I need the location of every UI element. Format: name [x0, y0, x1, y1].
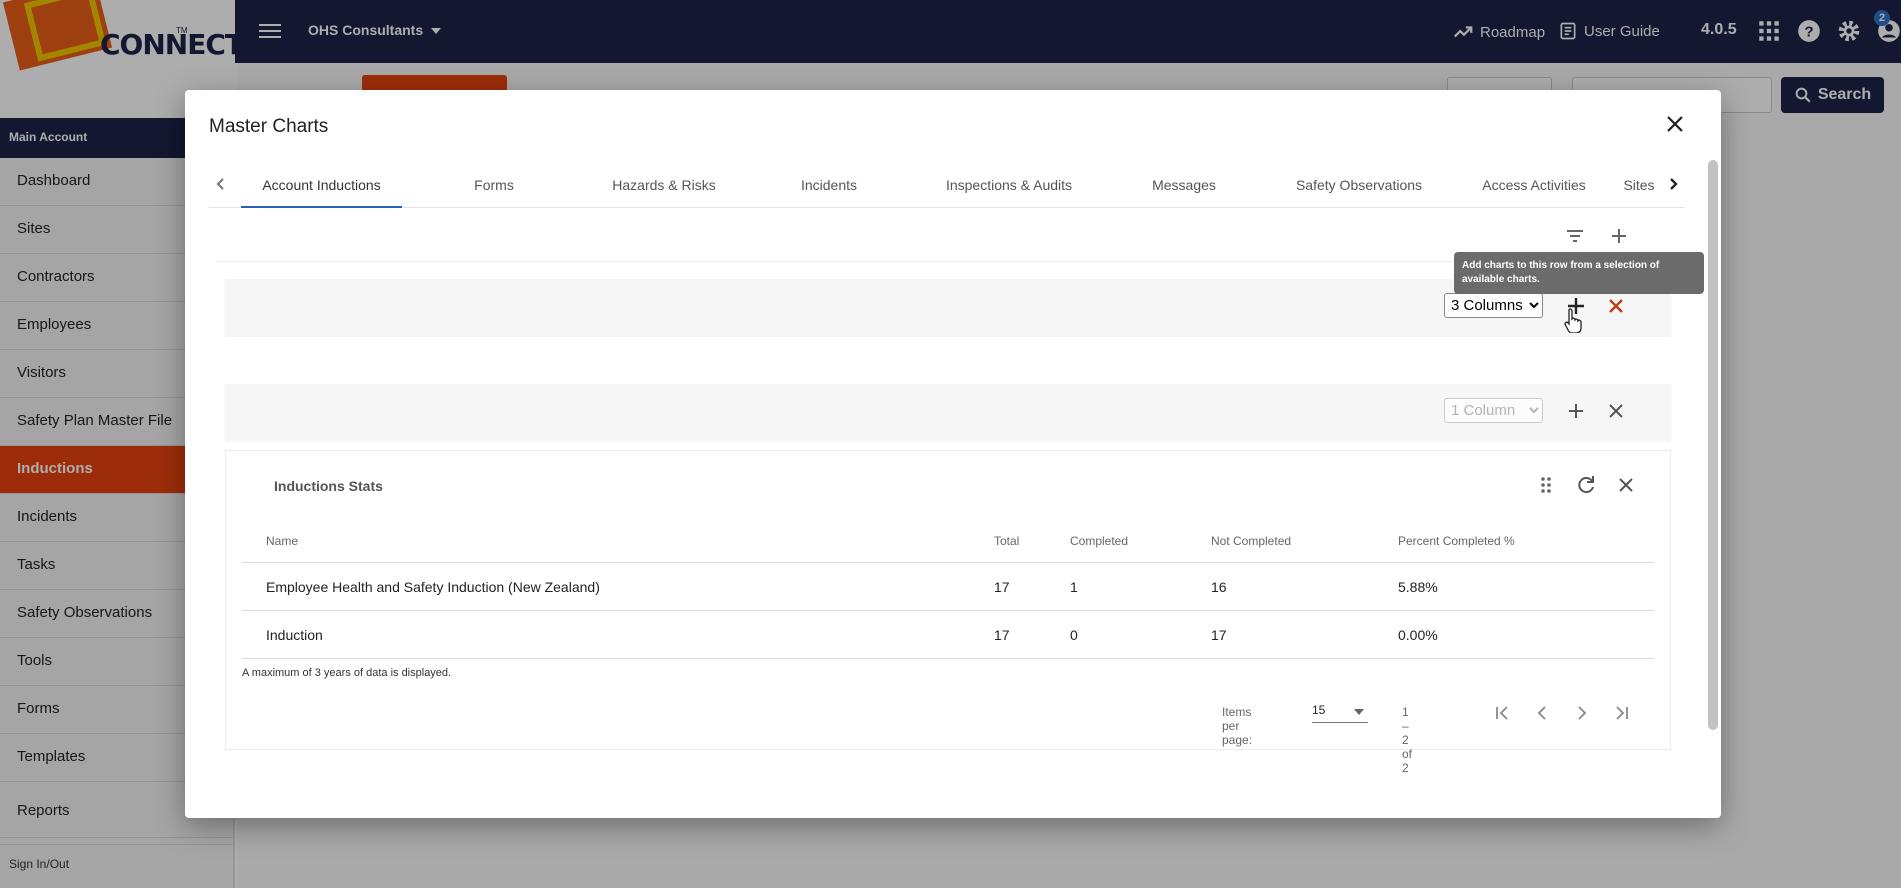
tab-access-activities[interactable]: Access Activities — [1459, 162, 1609, 208]
column-header-percent[interactable]: Percent Completed % — [1398, 519, 1515, 563]
master-charts-dialog: Master Charts Account Inductions Forms H… — [185, 90, 1721, 818]
cell-not-completed: 16 — [1211, 579, 1227, 595]
cell-percent: 5.88% — [1398, 579, 1438, 595]
cell-total: 17 — [994, 627, 1010, 643]
cell-name: Employee Health and Safety Induction (Ne… — [266, 579, 600, 595]
first-page-icon[interactable] — [1490, 701, 1514, 725]
last-page-icon[interactable] — [1610, 701, 1634, 725]
table-row[interactable]: Employee Health and Safety Induction (Ne… — [242, 563, 1654, 611]
filter-icon[interactable] — [1563, 224, 1587, 248]
cell-name: Induction — [266, 627, 323, 643]
dialog-scrollbar[interactable] — [1708, 160, 1718, 730]
drag-handle-icon[interactable] — [1534, 473, 1558, 497]
table-header: Name Total Completed Not Completed Perce… — [242, 519, 1654, 563]
column-header-not-completed[interactable]: Not Completed — [1211, 519, 1291, 563]
remove-row-icon[interactable] — [1604, 294, 1628, 318]
data-range-note: A maximum of 3 years of data is displaye… — [242, 667, 452, 679]
next-page-icon[interactable] — [1570, 701, 1594, 725]
hand-cursor-icon — [1563, 307, 1585, 333]
dropdown-caret-icon — [1354, 709, 1364, 715]
refresh-icon[interactable] — [1574, 473, 1598, 497]
row-2-columns-select: 1 Column 2 Columns 3 Columns — [1444, 398, 1543, 423]
tab-forms[interactable]: Forms — [414, 162, 574, 208]
column-header-total[interactable]: Total — [994, 519, 1019, 563]
add-row-icon[interactable] — [1607, 224, 1631, 248]
tabs-scroll-right-icon[interactable] — [1661, 172, 1685, 196]
tab-hazards-risks[interactable]: Hazards & Risks — [579, 162, 749, 208]
chart-row-2: 1 Column 2 Columns 3 Columns — [225, 384, 1671, 442]
cell-completed: 0 — [1070, 627, 1078, 643]
column-header-name[interactable]: Name — [266, 519, 298, 563]
add-chart-tooltip: Add charts to this row from a selection … — [1454, 252, 1704, 294]
items-per-page-select[interactable]: 15 — [1312, 703, 1368, 723]
card-title: Inductions Stats — [274, 478, 383, 494]
tabs-scroll-left-icon[interactable] — [209, 172, 233, 196]
page-range: 1 – 2 of 2 — [1402, 705, 1413, 775]
tab-inspections-audits[interactable]: Inspections & Audits — [909, 162, 1109, 208]
close-card-icon[interactable] — [1614, 473, 1638, 497]
close-icon[interactable] — [1663, 112, 1687, 136]
items-per-page-label: Items per page: — [1222, 705, 1253, 747]
cell-percent: 0.00% — [1398, 627, 1438, 643]
items-per-page-value: 15 — [1312, 703, 1326, 717]
tab-account-inductions[interactable]: Account Inductions — [241, 162, 402, 208]
tab-safety-observations[interactable]: Safety Observations — [1259, 162, 1459, 208]
add-chart-icon[interactable] — [1564, 399, 1588, 423]
column-header-completed[interactable]: Completed — [1070, 519, 1128, 563]
cell-not-completed: 17 — [1211, 627, 1227, 643]
inductions-stats-card: Inductions Stats Name Total Completed No… — [225, 450, 1671, 775]
chart-tabs: Account Inductions Forms Hazards & Risks… — [209, 162, 1685, 208]
table-row[interactable]: Induction 17 0 17 0.00% — [242, 611, 1654, 659]
cell-completed: 1 — [1070, 579, 1078, 595]
previous-page-icon[interactable] — [1530, 701, 1554, 725]
remove-row-icon[interactable] — [1604, 399, 1628, 423]
tab-messages[interactable]: Messages — [1109, 162, 1259, 208]
row-1-columns-select[interactable]: 1 Column 2 Columns 3 Columns — [1444, 293, 1543, 318]
dialog-title: Master Charts — [209, 116, 329, 137]
tab-incidents[interactable]: Incidents — [749, 162, 909, 208]
tab-sites[interactable]: Sites — [1619, 162, 1659, 208]
cell-total: 17 — [994, 579, 1010, 595]
